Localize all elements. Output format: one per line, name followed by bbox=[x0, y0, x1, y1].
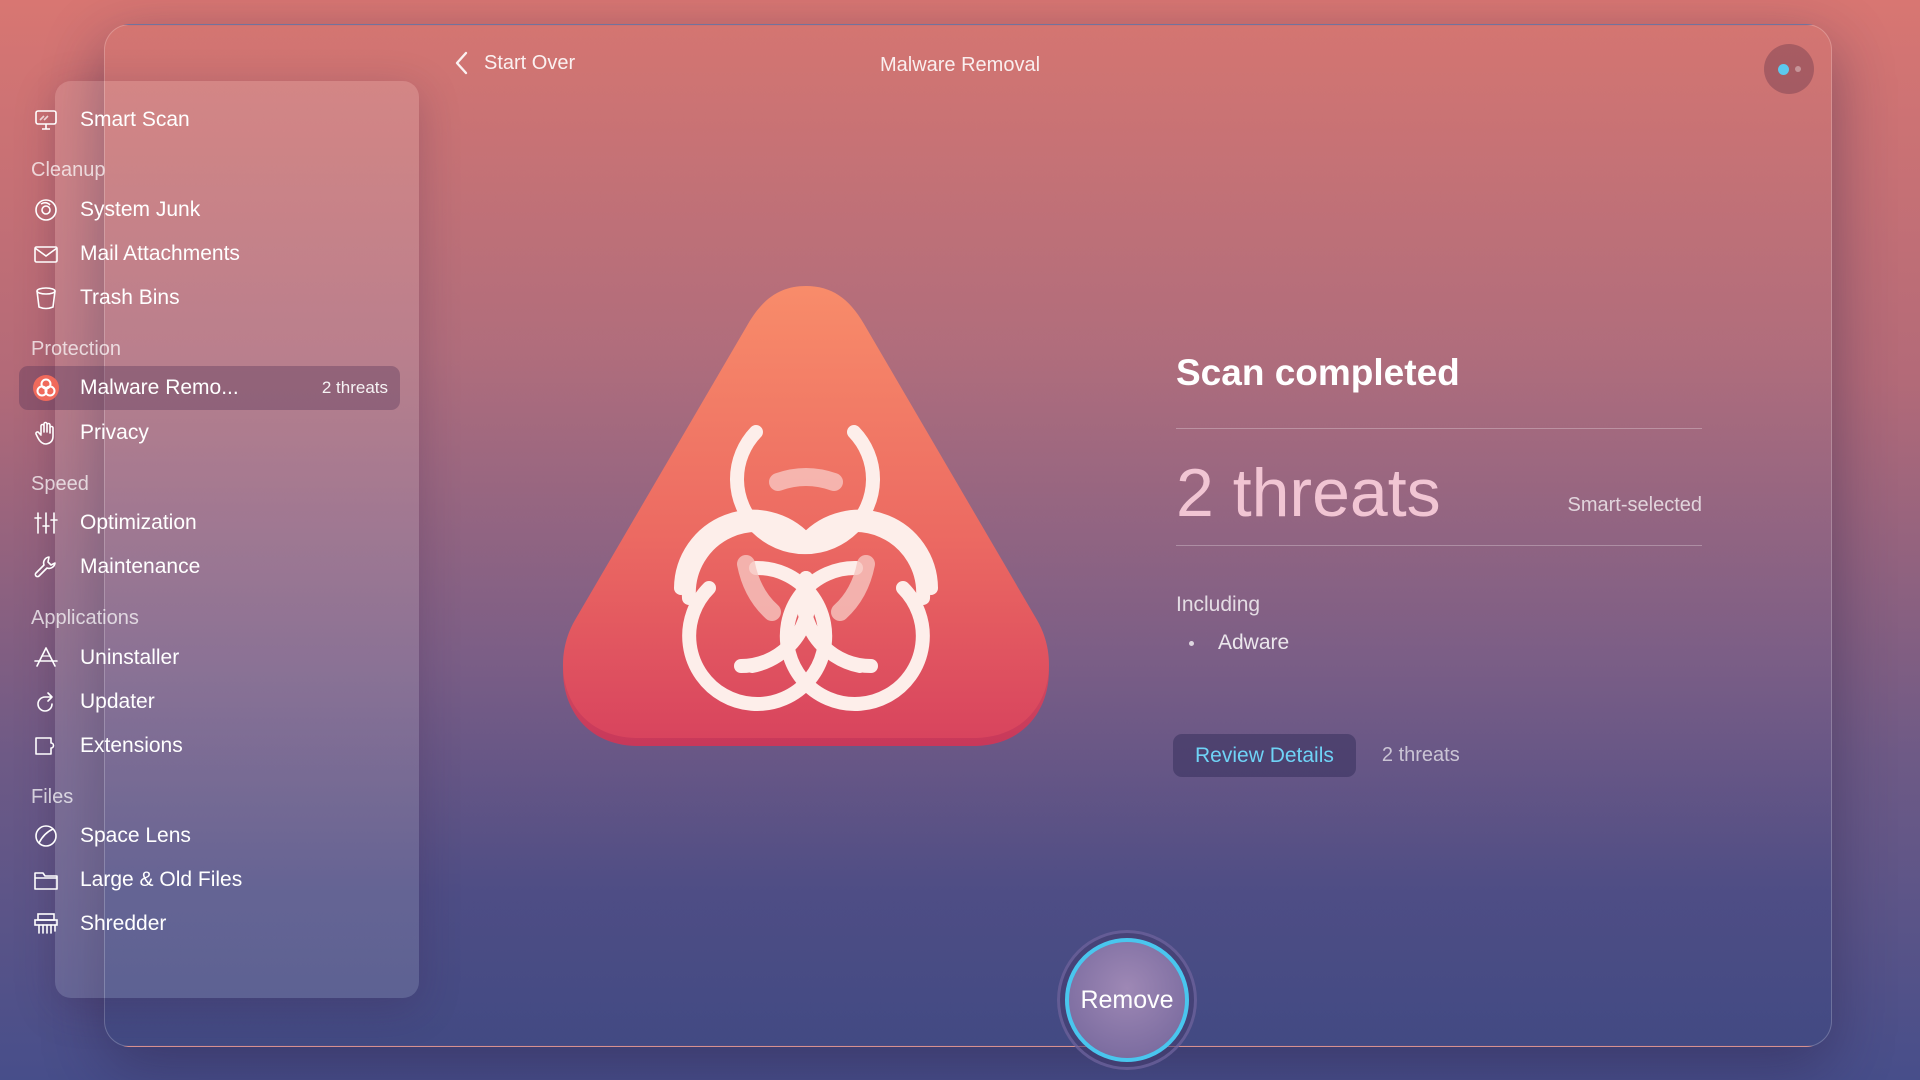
sidebar-item-shredder[interactable]: Shredder bbox=[19, 902, 400, 946]
sidebar-item-label: Large & Old Files bbox=[80, 868, 243, 891]
puzzle-icon bbox=[31, 731, 61, 761]
sidebar-item-mail-attachments[interactable]: Mail Attachments bbox=[19, 232, 400, 276]
lens-icon bbox=[31, 821, 61, 851]
sidebar-item-label: Trash Bins bbox=[80, 286, 180, 309]
sidebar-item-updater[interactable]: Updater bbox=[19, 680, 400, 724]
sidebar-section-cleanup: Cleanup bbox=[31, 159, 106, 181]
scan-status-title: Scan completed bbox=[1176, 352, 1460, 393]
assistant-button[interactable] bbox=[1764, 44, 1814, 94]
sidebar-item-label: Malware Remo... bbox=[80, 376, 239, 399]
sidebar-item-uninstaller[interactable]: Uninstaller bbox=[19, 636, 400, 680]
trash-bin-icon bbox=[31, 283, 61, 313]
sidebar-item-label: Smart Scan bbox=[80, 108, 190, 131]
sidebar-item-system-junk[interactable]: System Junk bbox=[19, 188, 400, 232]
bullet-icon bbox=[1189, 640, 1194, 646]
hand-icon bbox=[31, 418, 61, 448]
sidebar-section-applications: Applications bbox=[31, 607, 139, 629]
page-title: Malware Removal bbox=[879, 54, 1041, 76]
remove-button[interactable]: Remove bbox=[1057, 930, 1197, 1070]
sidebar-item-label: Uninstaller bbox=[80, 646, 180, 669]
divider bbox=[1176, 545, 1702, 546]
sidebar-item-label: Privacy bbox=[80, 421, 149, 444]
sidebar-item-maintenance[interactable]: Maintenance bbox=[19, 545, 400, 589]
wrench-icon bbox=[31, 552, 61, 582]
sidebar-item-space-lens[interactable]: Space Lens bbox=[19, 814, 400, 858]
sidebar-item-privacy[interactable]: Privacy bbox=[19, 411, 400, 455]
shredder-icon bbox=[31, 909, 61, 939]
threat-count-badge: 2 threats bbox=[321, 378, 388, 397]
remove-button-label: Remove bbox=[1065, 938, 1189, 1062]
assistant-dot-small-icon bbox=[1794, 66, 1801, 72]
threat-type-label: Adware bbox=[1218, 631, 1290, 654]
including-label: Including bbox=[1176, 593, 1261, 616]
review-threat-count: 2 threats bbox=[1381, 744, 1460, 766]
envelope-icon bbox=[31, 239, 61, 269]
disc-icon bbox=[31, 195, 61, 225]
sidebar-item-label: Shredder bbox=[80, 912, 167, 935]
sliders-icon bbox=[31, 508, 61, 538]
sidebar-item-label: Maintenance bbox=[80, 555, 201, 578]
sidebar-item-label: Updater bbox=[80, 690, 155, 713]
threat-count-row: 2 threats Smart-selected bbox=[1176, 429, 1702, 545]
folder-icon bbox=[31, 865, 61, 895]
sidebar-section-protection: Protection bbox=[31, 338, 122, 360]
review-row: Review Details 2 threats bbox=[1173, 734, 1460, 777]
monitor-icon bbox=[31, 105, 61, 135]
sidebar-section-speed: Speed bbox=[31, 473, 89, 495]
sidebar-item-label: Space Lens bbox=[80, 824, 191, 847]
smart-selected-label: Smart-selected bbox=[1567, 494, 1703, 516]
sidebar-item-label: System Junk bbox=[80, 198, 201, 221]
sidebar-item-extensions[interactable]: Extensions bbox=[19, 724, 400, 768]
threat-type-item: Adware bbox=[1176, 631, 1702, 655]
update-arrow-icon bbox=[31, 687, 61, 717]
biohazard-hero-icon bbox=[556, 286, 1056, 756]
scan-results-panel: Scan completed 2 threats Smart-selected … bbox=[1176, 352, 1702, 655]
sidebar-item-large-old-files[interactable]: Large & Old Files bbox=[19, 858, 400, 902]
sidebar-item-trash-bins[interactable]: Trash Bins bbox=[19, 276, 400, 320]
review-details-button[interactable]: Review Details bbox=[1173, 734, 1356, 777]
sidebar-item-optimization[interactable]: Optimization bbox=[19, 501, 400, 545]
sidebar-item-label: Extensions bbox=[80, 734, 183, 757]
sidebar-item-smart-scan[interactable]: Smart Scan bbox=[19, 98, 400, 142]
sidebar-item-malware-removal[interactable]: Malware Remo... 2 threats bbox=[19, 366, 400, 410]
sidebar-section-files: Files bbox=[31, 786, 74, 808]
biohazard-icon bbox=[31, 373, 61, 403]
app-store-icon bbox=[31, 643, 61, 673]
assistant-dot-icon bbox=[1777, 63, 1789, 75]
sidebar-item-label: Optimization bbox=[80, 511, 197, 534]
threat-count: 2 threats bbox=[1176, 455, 1441, 531]
sidebar-item-label: Mail Attachments bbox=[80, 242, 240, 265]
